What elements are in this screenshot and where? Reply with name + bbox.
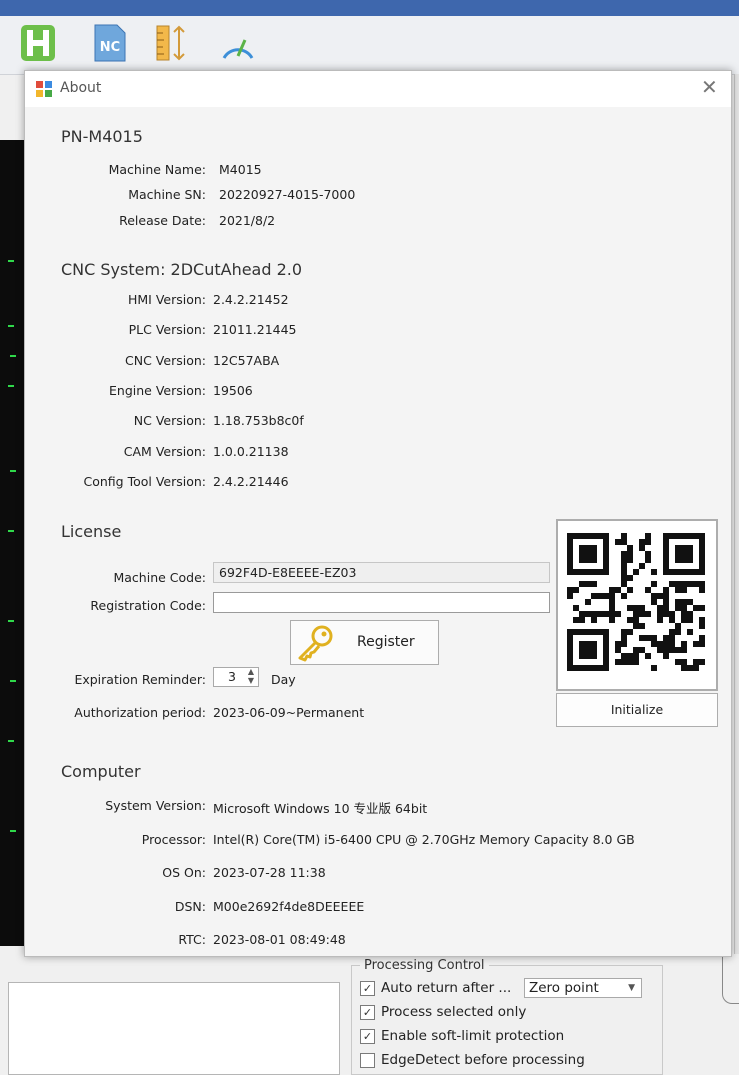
authorization-period-value: 2023-06-09~Permanent	[213, 705, 365, 720]
processing-control-group: Processing Control ✓ Auto return after .…	[351, 958, 663, 1075]
auto-return-label: Auto return after ...	[381, 980, 512, 996]
cnc-version-label: Engine Version:	[109, 382, 206, 398]
computer-info-value: Microsoft Windows 10 专业版 64bit	[213, 801, 428, 816]
authorization-period-label: Authorization period:	[74, 705, 206, 720]
app-window-icon	[36, 81, 52, 97]
register-button[interactable]: Register	[290, 620, 439, 665]
soft-limit-checkbox[interactable]: ✓	[360, 1028, 375, 1044]
soft-limit-label: Enable soft-limit protection	[381, 1028, 565, 1044]
process-selected-checkbox[interactable]: ✓	[360, 1004, 375, 1020]
cnc-version-value: 12C57ABA	[213, 352, 280, 368]
expiration-value: 3	[228, 669, 236, 684]
panel-corner	[722, 953, 739, 1004]
gauge-icon[interactable]	[218, 24, 254, 62]
expiration-spinner[interactable]: 3 ▲ ▼	[213, 667, 259, 687]
computer-info-label: OS On:	[162, 865, 206, 880]
computer-info-value: 2023-08-01 08:49:48	[213, 932, 346, 947]
cnc-version-value: 21011.21445	[213, 322, 297, 338]
canvas-area	[0, 140, 26, 946]
close-icon[interactable]: ✕	[701, 75, 718, 99]
registration-code-label: Registration Code:	[90, 598, 206, 613]
log-list[interactable]	[8, 982, 340, 1075]
machine-sn-label: Machine SN:	[128, 187, 206, 202]
about-dialog: About ✕ PN-M4015 Machine Name: M4015 Mac…	[24, 70, 732, 957]
process-selected-label: Process selected only	[381, 1004, 527, 1020]
cnc-version-label: CAM Version:	[123, 443, 206, 459]
expiration-unit: Day	[271, 672, 296, 687]
layout-icon[interactable]	[20, 24, 56, 62]
nc-file-icon[interactable]: NC	[92, 24, 128, 62]
machine-name-value: M4015	[219, 162, 262, 177]
register-label: Register	[357, 634, 415, 650]
computer-info-label: Processor:	[141, 831, 206, 847]
computer-info-label: DSN:	[174, 898, 206, 914]
cnc-version-label: CNC Version:	[125, 352, 206, 368]
cnc-version-value: 2.4.2.21452	[213, 292, 289, 307]
computer-info-value: 2023-07-28 11:38	[213, 865, 326, 880]
cnc-version-value: 2.4.2.21446	[213, 473, 289, 489]
cnc-version-value: 1.18.753b8c0f	[213, 413, 304, 429]
cnc-version-label: HMI Version:	[127, 292, 206, 307]
machine-code-field[interactable]: 692F4D-E8EEEE-EZ03	[213, 562, 550, 583]
computer-info-label: System Version:	[105, 798, 206, 813]
cnc-version-label: Config Tool Version:	[83, 473, 206, 489]
computer-info-value: M00e2692f4de8DEEEEE	[213, 898, 365, 914]
edge-detect-row: EdgeDetect before processing	[360, 1052, 585, 1068]
auto-return-row: ✓ Auto return after ...	[360, 980, 511, 996]
initialize-label: Initialize	[610, 702, 664, 717]
edge-detect-checkbox[interactable]	[360, 1052, 375, 1068]
dialog-title-bar: About ✕	[25, 71, 731, 107]
registration-code-field[interactable]	[213, 592, 550, 613]
main-toolbar: NC	[0, 16, 739, 75]
chevron-down-icon: ▼	[628, 983, 635, 993]
expiration-reminder-label: Expiration Reminder:	[74, 672, 206, 687]
soft-limit-row: ✓ Enable soft-limit protection	[360, 1028, 564, 1044]
ruler-icon[interactable]	[155, 24, 191, 62]
qr-code	[556, 519, 718, 691]
model-heading: PN-M4015	[61, 127, 143, 146]
processing-control-label: Processing Control	[360, 958, 489, 973]
release-date-label: Release Date:	[119, 213, 206, 228]
svg-text:NC: NC	[100, 40, 120, 55]
key-icon	[295, 624, 335, 666]
machine-name-label: Machine Name:	[108, 162, 206, 177]
initialize-button[interactable]: Initialize	[556, 693, 718, 727]
machine-sn-value: 20220927-4015-7000	[219, 187, 356, 202]
process-selected-row: ✓ Process selected only	[360, 1004, 526, 1020]
dialog-title: About	[60, 80, 102, 96]
right-panel-edge	[734, 74, 739, 954]
auto-return-select-value: Zero point	[529, 980, 599, 996]
computer-info-value: Intel(R) Core(TM) i5-6400 CPU @ 2.70GHz …	[213, 831, 635, 847]
cnc-version-value: 1.0.0.21138	[213, 443, 289, 459]
cnc-system-heading: CNC System: 2DCutAhead 2.0	[61, 260, 303, 279]
release-date-value: 2021/8/2	[219, 213, 276, 228]
cnc-version-value: 19506	[213, 382, 253, 398]
machine-code-label: Machine Code:	[113, 570, 206, 585]
edge-detect-label: EdgeDetect before processing	[381, 1052, 585, 1068]
computer-heading: Computer	[61, 762, 141, 781]
cnc-version-label: NC Version:	[133, 413, 206, 429]
cnc-version-label: PLC Version:	[128, 322, 206, 338]
app-title-bar	[0, 0, 739, 16]
spinner-arrows-icon[interactable]: ▲ ▼	[248, 667, 254, 685]
computer-info-label: RTC:	[178, 932, 206, 947]
auto-return-checkbox[interactable]: ✓	[360, 980, 375, 996]
auto-return-select[interactable]: Zero point ▼	[524, 978, 642, 998]
license-heading: License	[61, 522, 122, 541]
